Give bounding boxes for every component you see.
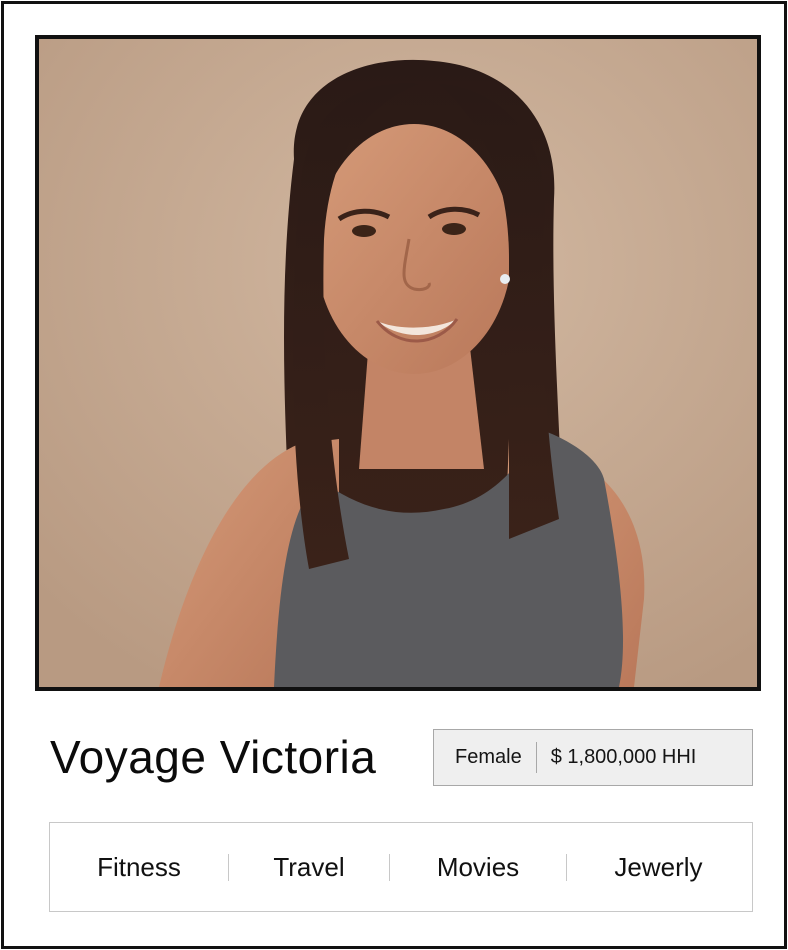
persona-photo [35, 35, 761, 691]
persona-name: Voyage Victoria [50, 731, 377, 783]
household-income-label: $ 1,800,000 HHI [550, 746, 697, 768]
interest-movies: Movies [436, 851, 520, 882]
interests-bar: Fitness Travel Movies Jewerly [49, 822, 753, 912]
demographics-badge: Female $ 1,800,000 HHI [433, 729, 753, 786]
gender-label: Female [455, 746, 522, 768]
interest-fitness: Fitness [97, 851, 181, 882]
interest-jewelry: Jewerly [614, 851, 703, 882]
persona-card: Voyage Victoria Female $ 1,800,000 HHI F… [1, 1, 787, 949]
interest-travel: Travel [273, 851, 345, 882]
